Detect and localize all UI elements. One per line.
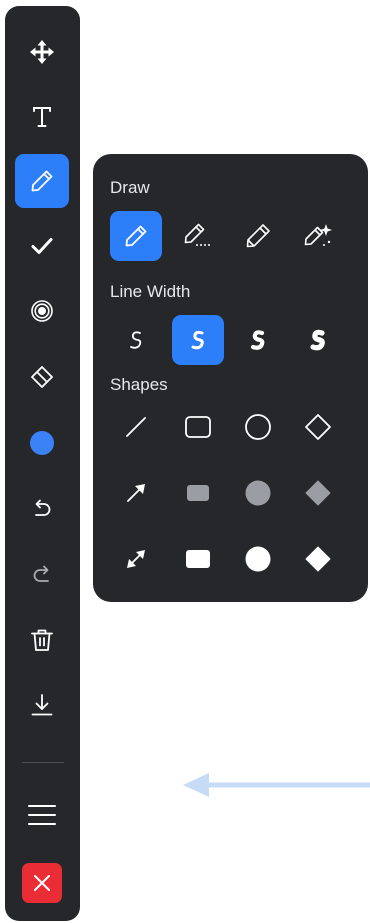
magic-pencil-icon — [304, 224, 332, 246]
close-button[interactable] — [22, 863, 62, 903]
diamond-white-button[interactable] — [292, 534, 344, 584]
draw-section-label: Draw — [110, 178, 150, 197]
rectangle-filled-white-icon — [186, 550, 210, 568]
rectangle-gray-button[interactable] — [172, 468, 224, 518]
toolbar-divider — [22, 762, 64, 763]
circle-outline-button[interactable] — [232, 402, 284, 452]
eraser-icon — [31, 366, 53, 388]
line-width-section-label: Line Width — [110, 282, 191, 301]
pencil-tool-button[interactable] — [110, 211, 162, 261]
arrow-icon — [127, 484, 145, 502]
color-button[interactable] — [15, 416, 69, 470]
undo-icon — [35, 499, 51, 516]
download-button[interactable] — [15, 678, 69, 732]
double-arrow-icon — [127, 550, 145, 568]
menu-button[interactable] — [15, 788, 69, 842]
circle-filled-gray-icon — [245, 480, 271, 506]
shapes-section-label: Shapes — [110, 375, 168, 394]
circle-gray-button[interactable] — [232, 468, 284, 518]
text-icon — [33, 107, 51, 127]
line-width-thin-icon — [130, 331, 142, 349]
line-icon — [126, 417, 146, 437]
line-width-1-button[interactable] — [110, 315, 162, 365]
line-width-3-button[interactable] — [232, 315, 284, 365]
line-width-4-button[interactable] — [292, 315, 344, 365]
target-button[interactable] — [15, 284, 69, 338]
main-toolbar — [5, 6, 80, 921]
close-icon — [34, 875, 50, 891]
menu-icon — [28, 805, 56, 825]
trash-icon — [31, 629, 53, 651]
pencil-button[interactable] — [15, 154, 69, 208]
move-button[interactable] — [15, 25, 69, 79]
pencil-icon — [125, 225, 147, 247]
dotted-pencil-tool-button[interactable] — [172, 211, 224, 261]
line-shape-button[interactable] — [110, 402, 162, 452]
diamond-outline-button[interactable] — [292, 402, 344, 452]
outline-pencil-tool-button[interactable] — [232, 211, 284, 261]
draw-options-panel: Draw Line Width Shapes — [93, 154, 368, 602]
circle-outline-icon — [245, 414, 271, 440]
hint-arrow-icon — [183, 773, 370, 797]
diamond-outline-icon — [305, 414, 331, 440]
redo-icon — [33, 565, 49, 582]
rectangle-outline-icon — [185, 416, 211, 438]
undo-button[interactable] — [15, 481, 69, 535]
radio-target-icon — [31, 300, 53, 322]
eraser-button[interactable] — [15, 350, 69, 404]
redo-button[interactable] — [15, 547, 69, 601]
check-button[interactable] — [15, 219, 69, 273]
delete-button[interactable] — [15, 613, 69, 667]
diamond-filled-white-icon — [305, 546, 331, 572]
diamond-filled-gray-icon — [305, 480, 331, 506]
pencil-outline-icon — [246, 224, 270, 248]
magic-pencil-tool-button[interactable] — [292, 211, 344, 261]
double-arrow-shape-button[interactable] — [110, 534, 162, 584]
circle-filled-white-icon — [245, 546, 271, 572]
line-width-2-button[interactable] — [172, 315, 224, 365]
line-width-extra-thick-icon — [310, 329, 325, 351]
text-button[interactable] — [15, 90, 69, 144]
arrow-shape-button[interactable] — [110, 468, 162, 518]
rectangle-filled-gray-icon — [187, 485, 209, 501]
pencil-icon — [31, 170, 53, 192]
diamond-gray-button[interactable] — [292, 468, 344, 518]
color-swatch-icon — [30, 431, 54, 455]
line-width-thick-icon — [250, 330, 265, 350]
check-icon — [31, 238, 53, 254]
move-icon — [30, 40, 54, 64]
circle-white-button[interactable] — [232, 534, 284, 584]
line-width-medium-icon — [191, 330, 204, 350]
pencil-dotted-icon — [184, 223, 210, 246]
rectangle-outline-button[interactable] — [172, 402, 224, 452]
rectangle-white-button[interactable] — [172, 534, 224, 584]
download-icon — [31, 694, 53, 716]
